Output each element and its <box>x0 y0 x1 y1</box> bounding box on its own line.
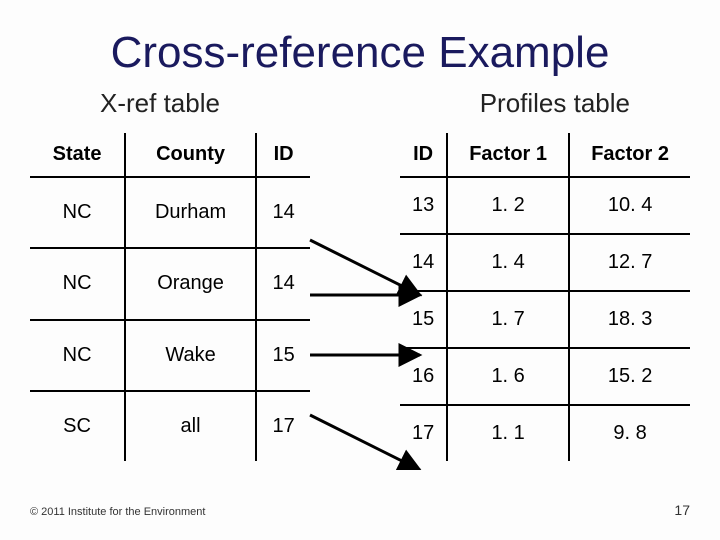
table-row: NC Durham 14 <box>30 177 310 248</box>
table-row: NC Wake 15 <box>30 320 310 391</box>
table-header-row: State County ID <box>30 133 310 177</box>
cell: 1. 4 <box>447 234 569 291</box>
page-number: 17 <box>674 502 690 518</box>
cell: 16 <box>400 348 447 405</box>
table-row: 15 1. 7 18. 3 <box>400 291 690 348</box>
table-header-row: ID Factor 1 Factor 2 <box>400 133 690 177</box>
cell: SC <box>30 391 125 461</box>
footer-copyright: © 2011 Institute for the Environment <box>30 506 205 518</box>
table-row: 14 1. 4 12. 7 <box>400 234 690 291</box>
table-row: NC Orange 14 <box>30 248 310 319</box>
col-factor1: Factor 1 <box>447 133 569 177</box>
col-county: County <box>125 133 256 177</box>
cell: 9. 8 <box>569 405 690 461</box>
cell: 14 <box>400 234 447 291</box>
cell: 10. 4 <box>569 177 690 234</box>
cell: 15 <box>256 320 310 391</box>
slide-title: Cross-reference Example <box>0 0 720 78</box>
cell: NC <box>30 177 125 248</box>
cell: Durham <box>125 177 256 248</box>
table-row: SC all 17 <box>30 391 310 461</box>
col-id: ID <box>256 133 310 177</box>
cell: 14 <box>256 248 310 319</box>
subtitles-row: X-ref table Profiles table <box>0 78 720 119</box>
cell: 1. 7 <box>447 291 569 348</box>
table-row: 16 1. 6 15. 2 <box>400 348 690 405</box>
cell: 1. 1 <box>447 405 569 461</box>
col-factor2: Factor 2 <box>569 133 690 177</box>
cell: 17 <box>400 405 447 461</box>
cell: NC <box>30 320 125 391</box>
table-row: 13 1. 2 10. 4 <box>400 177 690 234</box>
subtitle-left: X-ref table <box>100 88 220 119</box>
table-row: 17 1. 1 9. 8 <box>400 405 690 461</box>
xref-table: State County ID NC Durham 14 NC Orange 1… <box>30 133 310 461</box>
cell: Orange <box>125 248 256 319</box>
cell: all <box>125 391 256 461</box>
profiles-table: ID Factor 1 Factor 2 13 1. 2 10. 4 14 1.… <box>400 133 690 461</box>
cell: NC <box>30 248 125 319</box>
col-state: State <box>30 133 125 177</box>
cell: Wake <box>125 320 256 391</box>
tables-container: State County ID NC Durham 14 NC Orange 1… <box>0 119 720 461</box>
cell: 14 <box>256 177 310 248</box>
cell: 15 <box>400 291 447 348</box>
cell: 1. 2 <box>447 177 569 234</box>
cell: 17 <box>256 391 310 461</box>
cell: 18. 3 <box>569 291 690 348</box>
cell: 15. 2 <box>569 348 690 405</box>
cell: 1. 6 <box>447 348 569 405</box>
subtitle-right: Profiles table <box>480 88 630 119</box>
cell: 12. 7 <box>569 234 690 291</box>
cell: 13 <box>400 177 447 234</box>
col-id: ID <box>400 133 447 177</box>
